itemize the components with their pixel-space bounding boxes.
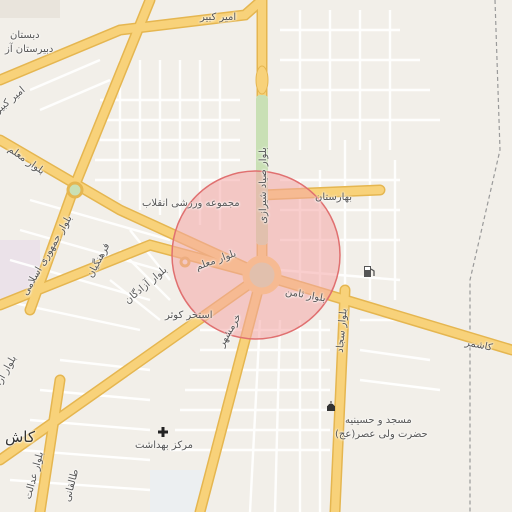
city-label: کاش: [5, 428, 36, 446]
map-label: مسجد و حسینیه: [345, 415, 412, 426]
map-label: دبیرستان آز: [5, 44, 54, 55]
map-base: [0, 0, 512, 512]
map-label: مرکز بهداشت: [135, 440, 193, 451]
map-label: بلوار صیاد شیرازی: [257, 147, 269, 224]
map-label: بهارستان: [315, 192, 353, 203]
map-label: دبستان: [10, 30, 40, 41]
map-label: استخر کوثر: [165, 310, 213, 321]
map-label: مجموعه ورزشی انقلاب: [142, 198, 240, 209]
map-label: امیر کبیر: [200, 12, 237, 23]
map-label: حضرت ولی عصر(عج): [335, 429, 428, 440]
map-canvas[interactable]: امیر کبیر دبستان دبیرستان آز امیر کبیر ب…: [0, 0, 512, 512]
